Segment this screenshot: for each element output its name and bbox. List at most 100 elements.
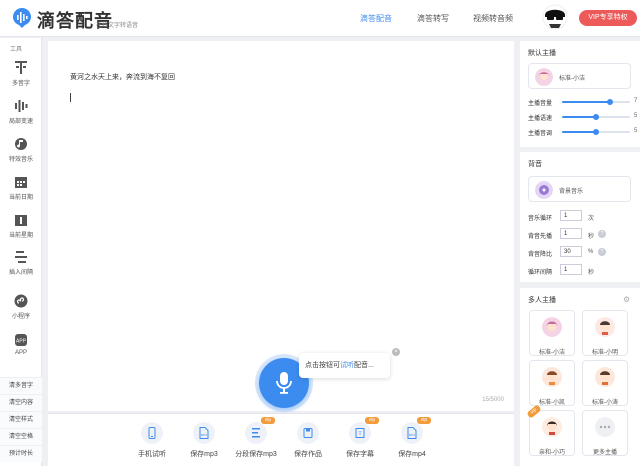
slider-label: 主播音调 [528, 131, 553, 137]
slider-knob[interactable] [593, 129, 599, 135]
nav-video-to-audio[interactable]: 视频转音频 [473, 13, 513, 24]
week-icon [15, 215, 27, 226]
music-ratio-input[interactable]: 30 [560, 246, 582, 257]
background-music-panel: 背音 背景音乐 音乐循环 1 次 背音先播 1 秒 ? 背音降比 30 % ? … [520, 152, 640, 282]
speaker-card[interactable]: 标准-小洁 [529, 310, 575, 356]
tool-polyphone[interactable]: 多音字 [0, 59, 42, 93]
loop-interval-input[interactable]: 1 [560, 264, 582, 275]
toolbar-label: 分段保存mp3 [235, 451, 277, 458]
segment-icon [252, 428, 260, 438]
tip-close-button[interactable]: × [392, 348, 400, 356]
clear-style-link[interactable]: 清空样式 [0, 411, 42, 428]
background-music-card[interactable]: 背景音乐 [528, 176, 631, 202]
save-mp3-button[interactable]: MP3 保存mp3 [179, 422, 229, 459]
music-name: 背景音乐 [559, 189, 584, 195]
save-mp4-button[interactable]: MP4 vip 保存mp4 [387, 417, 437, 459]
speaker-avatar-icon [542, 367, 562, 387]
polyphone-icon [15, 61, 27, 74]
tool-label: 当前日期 [8, 195, 33, 201]
slider-value: 5 [634, 128, 638, 134]
toolbar-label: 手机试听 [138, 451, 166, 458]
tool-label: 局部变速 [8, 119, 33, 125]
volume-slider[interactable]: 主播音量 7 [528, 97, 640, 107]
speaker-name: 标准-小洁 [539, 350, 565, 356]
logo-icon [13, 8, 31, 28]
nav-dubbing[interactable]: 滴答配音 [360, 13, 392, 24]
tool-label: APP [14, 350, 27, 356]
music-disc-icon [535, 181, 553, 199]
tool-label: 插入间隔 [8, 270, 33, 276]
clear-spaces-link[interactable]: 清空空格 [0, 428, 42, 445]
tool-app[interactable]: APP APP [0, 333, 42, 367]
vip-tag: vip [417, 417, 431, 424]
mini-program-icon [14, 294, 28, 308]
segment-save-mp3-button[interactable]: vip 分段保存mp3 [231, 417, 281, 459]
speed-icon [15, 100, 28, 112]
editor-content[interactable]: 黄河之水天上来，奔流到海不复回 [70, 72, 175, 82]
speaker-card[interactable]: 标准-小明 [582, 310, 628, 356]
default-voice-card[interactable]: 标准-小洁 [528, 63, 631, 89]
vip-privilege-button[interactable]: VIP专享特权 [579, 10, 637, 26]
slider-knob[interactable] [606, 99, 613, 105]
speaker-name: 标准-小涛 [592, 400, 618, 406]
tool-mini-program[interactable]: 小程序 [0, 294, 42, 328]
speaker-name: 亲和-小巧 [539, 450, 565, 456]
speaker-name: 更多主播 [592, 450, 617, 456]
speaker-name: 标准-小明 [592, 350, 618, 356]
music-loop-field: 音乐循环 1 次 [528, 210, 640, 222]
field-label: 背音先播 [528, 234, 553, 240]
phone-preview-button[interactable]: 手机试听 [127, 422, 177, 459]
panel-title: 默认主播 [528, 50, 556, 57]
subtitle-icon: T [355, 428, 365, 438]
speaker-card[interactable]: 亲和-小巧 vip [526, 404, 575, 456]
slider-value: 7 [634, 98, 638, 104]
microphone-icon [276, 372, 292, 394]
slider-knob[interactable] [593, 114, 599, 120]
save-work-button[interactable]: 保存作品 [283, 422, 333, 459]
speaker-avatar-icon [595, 317, 615, 337]
clear-content-link[interactable]: 清空内容 [0, 394, 42, 411]
estimated-duration-link[interactable]: 预计时长 [0, 445, 42, 462]
slider-track[interactable] [562, 99, 630, 105]
more-icon [595, 417, 615, 437]
vip-tag: vip [365, 417, 379, 424]
tool-partial-speed[interactable]: 局部变速 [0, 99, 42, 133]
user-avatar[interactable] [537, 3, 573, 33]
field-label: 循环间隔 [528, 270, 553, 276]
pitch-slider[interactable]: 主播音调 5 [528, 127, 640, 137]
tool-insert-interval[interactable]: 插入间隔 [0, 250, 42, 284]
clear-polyphone-link[interactable]: 清多音字 [0, 377, 42, 394]
speed-slider[interactable]: 主播语速 5 [528, 112, 640, 122]
speaker-card[interactable]: 标准-小涛 [582, 360, 628, 406]
toolbar-label: 保存mp3 [190, 451, 218, 458]
vip-tag: vip [261, 417, 275, 424]
phone-icon [148, 427, 156, 439]
interval-icon [15, 251, 27, 263]
save-subtitle-button[interactable]: Tvip 保存字幕 [335, 417, 385, 459]
panel-title: 背音 [528, 161, 542, 168]
preview-tip: 点击按钮可试听配音... [299, 353, 390, 378]
nav-transcribe[interactable]: 滴答转写 [417, 13, 449, 24]
slider-fill [562, 116, 596, 118]
field-label: 音乐循环 [528, 216, 553, 222]
tool-current-date[interactable]: 当前日期 [0, 175, 42, 209]
gear-icon[interactable]: ⚙ [623, 295, 630, 304]
svg-text:MP4: MP4 [409, 433, 416, 437]
more-speakers-card[interactable]: 更多主播 [582, 410, 628, 456]
music-loop-input[interactable]: 1 [560, 210, 582, 221]
tool-sidebar: 工具 多音字 局部变速 特效音乐 当前日期 当前星期 插入间隔 小程序 APP … [0, 38, 42, 466]
tools-section-label: 工具 [10, 47, 23, 53]
slider-track[interactable] [562, 129, 630, 135]
music-lead-field: 背音先播 1 秒 ? [528, 228, 640, 240]
svg-text:APP: APP [16, 339, 27, 345]
tool-effect-music[interactable]: 特效音乐 [0, 137, 42, 171]
vip-tag: vip [526, 404, 542, 419]
help-icon[interactable]: ? [598, 230, 606, 238]
speaker-avatar-icon [542, 317, 562, 337]
speaker-card[interactable]: 标准-小凯 [529, 360, 575, 406]
default-speaker-panel: 默认主播 标准-小洁 主播音量 7 主播语速 5 主播音调 5 [520, 41, 640, 147]
music-lead-input[interactable]: 1 [560, 228, 582, 239]
help-icon[interactable]: ? [598, 248, 606, 256]
slider-track[interactable] [562, 114, 630, 120]
tool-current-week[interactable]: 当前星期 [0, 213, 42, 247]
